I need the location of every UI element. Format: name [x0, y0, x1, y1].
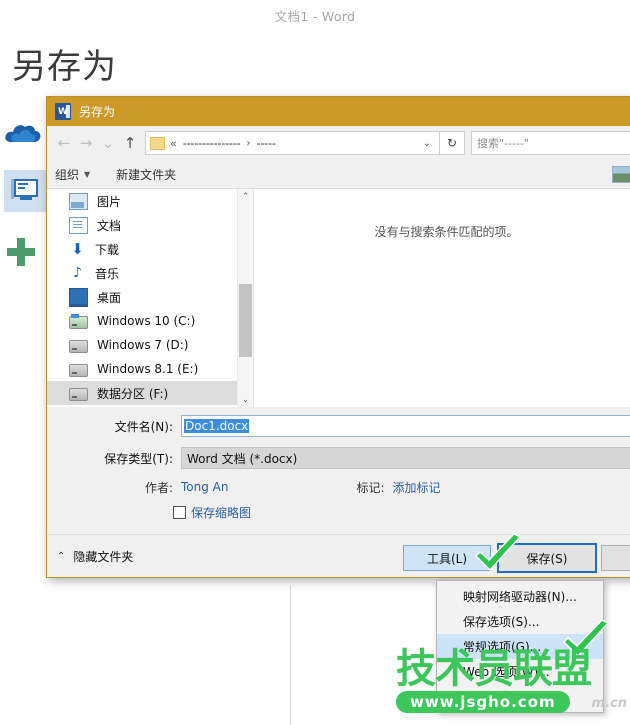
dialog-nav-row: ← → ⌄ ↑ « --------------- › ----- ⌄ ↻ 搜索… [47, 126, 630, 160]
pictures-icon [69, 193, 88, 210]
dialog-title: 另存为 [79, 103, 115, 120]
back-button[interactable]: ← [53, 132, 75, 154]
author-value[interactable]: Tong An [181, 480, 228, 494]
desktop-icon [69, 288, 88, 307]
filetype-select[interactable]: Word 文档 (*.docx) [181, 447, 630, 469]
chevron-up-icon: ⌃ [57, 551, 65, 562]
nav-item-5[interactable]: 桌面 [47, 285, 253, 309]
author-label: 作者: [47, 479, 181, 496]
refresh-icon[interactable]: ↻ [440, 131, 465, 155]
cancel-button[interactable]: 取消 [601, 545, 630, 571]
add-place-icon[interactable] [4, 235, 46, 277]
up-button[interactable]: ↑ [119, 132, 141, 154]
nav-item-2[interactable]: 文档 [47, 213, 253, 237]
dialog-command-bar: 组织 ▼ 新建文件夹 [47, 160, 630, 189]
hide-folders-label: 隐藏文件夹 [73, 548, 133, 565]
system-drive-icon [69, 316, 88, 329]
watermark-tail: m.cn [592, 696, 627, 711]
nav-item-label: 图片 [97, 193, 121, 210]
nav-item-3[interactable]: ⬇ 下载 [47, 237, 253, 261]
nav-item-label: 音乐 [95, 265, 119, 282]
menu-item-1[interactable]: 映射网络驱动器(N)... [437, 584, 603, 609]
tags-value[interactable]: 添加标记 [393, 479, 441, 496]
documents-icon [69, 217, 88, 234]
chevron-down-icon[interactable]: ⌄ [419, 138, 435, 149]
filetype-label: 保存类型(T): [47, 450, 181, 467]
breadcrumb-separator: › [246, 138, 250, 149]
watermark-url: www.jsgho.com [396, 691, 570, 713]
save-thumbnail-checkbox[interactable] [173, 506, 186, 519]
check-mark-annotation-tools [470, 534, 526, 581]
nav-item-1[interactable]: 图片 [47, 189, 253, 213]
watermark-brand: 技术员联盟 [396, 650, 591, 688]
empty-list-message: 没有与搜索条件匹配的项。 [254, 223, 630, 240]
nav-item-7[interactable]: Windows 7 (D:) [47, 333, 253, 357]
nav-scrollbar[interactable]: ⌃ ⌄ [237, 189, 253, 407]
breadcrumb-overflow-chevron[interactable]: « [170, 137, 177, 150]
tags-label: 标记: [356, 479, 384, 496]
backstage-places-list [0, 120, 48, 420]
dialog-titlebar: W 另存为 [47, 97, 630, 126]
search-input[interactable]: 搜索"-----" [471, 131, 630, 155]
word-icon: W [55, 103, 71, 120]
organize-label: 组织 [55, 166, 79, 183]
filename-label: 文件名(N): [47, 418, 181, 435]
nav-item-8[interactable]: Windows 8.1 (E:) [47, 357, 253, 381]
breadcrumb-segment-2[interactable]: ----- [256, 136, 275, 150]
folder-icon [150, 137, 165, 150]
save-thumbnail-label: 保存缩略图 [191, 504, 251, 521]
onedrive-icon[interactable] [4, 120, 46, 162]
nav-item-label: Windows 10 (C:) [97, 314, 195, 328]
nav-item-6[interactable]: Windows 10 (C:) [47, 309, 253, 333]
forward-button[interactable]: → [75, 132, 97, 154]
nav-item-label: 数据分区 (F:) [97, 385, 168, 402]
breadcrumb-segment-1[interactable]: --------------- [183, 136, 241, 150]
scrollbar-thumb[interactable] [239, 284, 252, 357]
drive-icon [69, 388, 88, 401]
save-as-dialog: W 另存为 ← → ⌄ ↑ « --------------- › ----- … [46, 96, 630, 578]
backstage-heading: 另存为 [12, 50, 117, 84]
nav-item-label: Windows 7 (D:) [97, 338, 188, 352]
nav-item-label: 桌面 [97, 289, 121, 306]
nav-item-9[interactable]: 数据分区 (F:) [47, 381, 253, 405]
dialog-body: 图片文档 ⬇ 下载 ♪ 音乐桌面 Windows 10 (C:) Windows 7 (D:… [47, 189, 630, 407]
view-mode-icon[interactable] [612, 166, 630, 183]
page-divider [290, 585, 291, 725]
thumbnail-row[interactable]: 保存缩略图 [47, 499, 630, 525]
nav-item-label: 文档 [97, 217, 121, 234]
scroll-down-icon[interactable]: ⌄ [238, 392, 253, 407]
recent-locations-button[interactable]: ⌄ [97, 132, 119, 154]
dialog-footer: ⌃ 隐藏文件夹 工具(L) 保存(S) 取消 [47, 534, 630, 577]
downloads-icon: ⬇ [69, 242, 86, 257]
file-list-pane[interactable]: 没有与搜索条件匹配的项。 [253, 189, 630, 407]
new-folder-button[interactable]: 新建文件夹 [116, 166, 176, 183]
word-window-title: 文档1 - Word [0, 6, 630, 25]
nav-item-label: 下载 [95, 241, 119, 258]
breadcrumb[interactable]: « --------------- › ----- ⌄ [145, 131, 440, 155]
metadata-row: 作者: Tong An 标记: 添加标记 [47, 475, 630, 499]
hide-folders-button[interactable]: ⌃ 隐藏文件夹 [57, 548, 133, 565]
chevron-down-icon: ▼ [84, 170, 90, 179]
watermark: 技术员联盟 www.jsgho.com m.cn [396, 650, 591, 713]
save-form: 文件名(N): Doc1.docx 保存类型(T): Word 文档 (*.do… [47, 413, 630, 525]
music-icon: ♪ [69, 266, 86, 281]
filename-input[interactable]: Doc1.docx [181, 415, 630, 437]
organize-button[interactable]: 组织 ▼ [55, 166, 90, 183]
nav-item-4[interactable]: ♪ 音乐 [47, 261, 253, 285]
scroll-up-icon[interactable]: ⌃ [238, 189, 253, 204]
nav-item-label: Windows 8.1 (E:) [97, 362, 198, 376]
navigation-pane: 图片文档 ⬇ 下载 ♪ 音乐桌面 Windows 10 (C:) Windows 7 (D:… [47, 189, 253, 407]
this-pc-icon[interactable] [4, 170, 46, 212]
drive-icon [69, 364, 88, 377]
filename-value: Doc1.docx [184, 419, 249, 433]
drive-icon [69, 340, 88, 353]
